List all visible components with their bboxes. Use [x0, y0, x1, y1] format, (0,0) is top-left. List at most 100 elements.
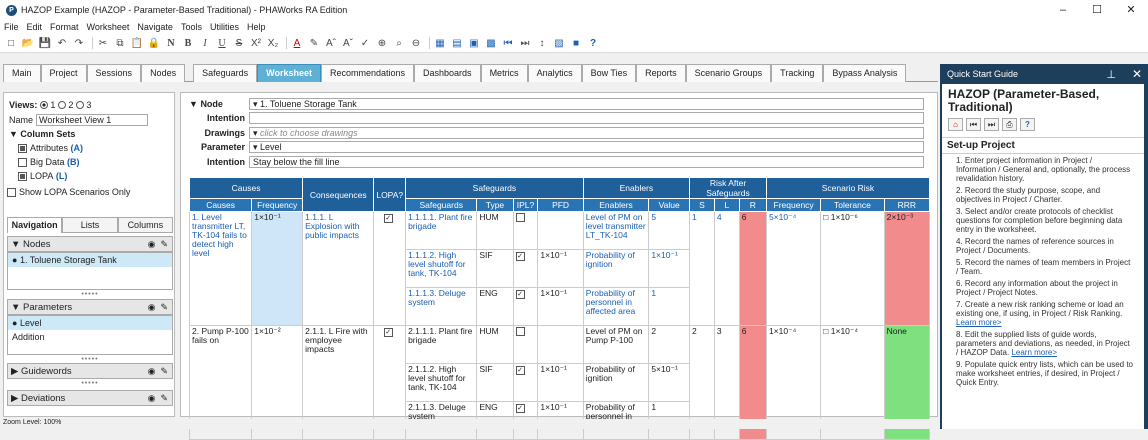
pfd-cell[interactable]: 1×10⁻¹ — [537, 287, 584, 326]
grow-font-icon[interactable]: Aˆ — [324, 37, 338, 50]
view-radio-3[interactable] — [76, 101, 85, 109]
font-color-icon[interactable]: A — [290, 37, 304, 50]
col-lopa[interactable]: LOPA? — [373, 177, 407, 212]
r-cell[interactable]: 6 — [738, 211, 767, 326]
col-frequency[interactable]: Frequency — [251, 198, 304, 212]
edit-icon[interactable]: ✎ — [160, 366, 168, 376]
pfd-cell[interactable] — [537, 211, 584, 250]
guidewords-header[interactable]: ▶ Guidewords ◉ ✎ — [7, 363, 173, 379]
undo-icon[interactable]: ↶ — [55, 37, 69, 50]
tab-project[interactable]: Project — [40, 64, 87, 82]
value-cell[interactable]: 1×10⁻¹ — [648, 249, 691, 288]
safeguard-cell[interactable]: 2.1.1.1. Plant fire brigade — [405, 325, 478, 364]
ipl-checkbox[interactable]: ✓ — [515, 290, 525, 299]
grid-icon[interactable]: ▤ — [450, 37, 464, 50]
layout-icon[interactable]: ▦ — [433, 37, 447, 50]
col-pfd[interactable]: PFD — [537, 198, 584, 212]
intention-input[interactable] — [249, 112, 924, 124]
list-item[interactable]: Addition — [8, 330, 172, 344]
col-scenario-frequency[interactable]: Frequency — [765, 198, 822, 212]
chart-icon[interactable]: ▧ — [552, 37, 566, 50]
type-cell[interactable]: SIF — [476, 249, 514, 288]
type-cell[interactable]: HUM — [476, 325, 514, 364]
menu-file[interactable]: File — [4, 22, 19, 32]
big-data-checkbox[interactable] — [18, 157, 27, 167]
spellcheck-icon[interactable]: ✓ — [358, 37, 372, 50]
value-cell[interactable]: 5 — [648, 211, 691, 250]
col-value[interactable]: Value — [648, 198, 691, 212]
view-radio-2[interactable] — [58, 101, 67, 109]
ipl-checkbox[interactable]: ✓ — [515, 404, 525, 413]
collapse-icon[interactable]: ▼ — [11, 302, 23, 313]
col-r[interactable]: R — [738, 198, 767, 212]
scenario-frequency-cell[interactable]: 5×10⁻⁴ — [765, 211, 822, 326]
view-radio-1[interactable] — [40, 101, 49, 109]
collapse-icon[interactable]: ▼ — [11, 239, 23, 250]
drawings-select[interactable]: ▾ click to choose drawings — [249, 127, 924, 139]
zoom-icon[interactable]: ⌕ — [392, 37, 406, 50]
eye-icon[interactable]: ◉ — [148, 239, 156, 249]
tab-recommendations[interactable]: Recommendations — [320, 64, 415, 82]
first-icon[interactable]: ⏮ — [501, 37, 515, 50]
menu-format[interactable]: Format — [50, 22, 79, 32]
rrr-cell[interactable]: 2×10⁻³ — [883, 211, 931, 326]
learn-more-link[interactable]: Learn more> — [956, 318, 1002, 327]
expand-icon[interactable]: ▶ — [11, 393, 21, 404]
cause-cell[interactable]: 1. Level transmitter LT, TK-104 fails to… — [188, 211, 253, 326]
help-icon[interactable]: ? — [586, 37, 600, 50]
value-cell[interactable]: 2 — [648, 325, 691, 364]
menu-worksheet[interactable]: Worksheet — [87, 22, 130, 32]
collapse-icon[interactable]: ▼ — [189, 99, 198, 109]
show-lopa-checkbox[interactable] — [7, 187, 16, 197]
nodes-header[interactable]: ▼ Nodes ◉ ✎ — [7, 236, 173, 252]
panel-icon[interactable]: ▩ — [484, 37, 498, 50]
tab-metrics[interactable]: Metrics — [480, 64, 528, 82]
col-s[interactable]: S — [689, 198, 715, 212]
subscript-icon[interactable]: X₂ — [266, 37, 280, 50]
tab-sessions[interactable]: Sessions — [86, 64, 142, 82]
edit-icon[interactable]: ✎ — [160, 302, 168, 312]
ipl-cell[interactable]: ✓ — [512, 287, 539, 326]
lopa-checkbox[interactable]: ✓ — [383, 214, 393, 223]
pin-icon[interactable]: ⊥ — [1106, 68, 1116, 81]
col-tolerance[interactable]: Tolerance — [820, 198, 885, 212]
col-type[interactable]: Type — [476, 198, 514, 212]
splitter-handle[interactable]: ••••• — [7, 380, 173, 387]
parameter-select[interactable]: ▾ Level — [249, 141, 924, 153]
new-icon[interactable]: □ — [4, 37, 18, 50]
type-cell[interactable]: ENG — [476, 287, 514, 326]
enabler-cell[interactable]: Level of PM on level transmitter LT_TK-1… — [582, 211, 650, 250]
bold-icon-2[interactable]: B — [181, 37, 195, 50]
list-item[interactable]: ● Level — [8, 316, 172, 330]
l-cell[interactable]: 4 — [713, 211, 740, 326]
close-button[interactable]: ✕ — [1114, 0, 1148, 20]
zoom-out-icon[interactable]: ⊖ — [409, 37, 423, 50]
pfd-cell[interactable]: 1×10⁻¹ — [537, 249, 584, 288]
pfd-cell[interactable]: 1×10⁻¹ — [537, 363, 584, 402]
value-cell[interactable]: 5×10⁻¹ — [648, 363, 691, 402]
edit-icon[interactable]: ✎ — [160, 239, 168, 249]
col-causes[interactable]: Causes — [188, 198, 253, 212]
safeguard-cell[interactable]: 2.1.1.2. High level shutoff for tank, TK… — [405, 363, 478, 402]
lopa-checkbox[interactable]: ✓ — [383, 328, 393, 337]
eye-icon[interactable]: ◉ — [148, 366, 156, 376]
intention2-input[interactable]: Stay below the fill line — [249, 156, 924, 168]
splitter-handle[interactable]: ••••• — [7, 291, 173, 298]
safeguard-cell[interactable]: 1.1.1.1. Plant fire brigade — [405, 211, 478, 250]
menu-tools[interactable]: Tools — [181, 22, 202, 32]
eye-icon[interactable]: ◉ — [148, 393, 156, 403]
bold-icon[interactable]: N — [164, 37, 178, 50]
home-icon[interactable]: ⌂ — [948, 118, 963, 131]
node-select[interactable]: ▾ 1. Toluene Storage Tank — [249, 98, 924, 110]
minimize-button[interactable]: – — [1046, 0, 1080, 20]
type-cell[interactable]: SIF — [476, 363, 514, 402]
ipl-checkbox[interactable] — [515, 213, 525, 222]
first-icon[interactable]: ⏮ — [966, 118, 981, 131]
tab-tracking[interactable]: Tracking — [771, 64, 824, 82]
attributes-checkbox[interactable] — [18, 143, 27, 153]
shrink-font-icon[interactable]: Aˇ — [341, 37, 355, 50]
underline-icon[interactable]: U — [215, 37, 229, 50]
zoom-in-icon[interactable]: ⊕ — [375, 37, 389, 50]
col-consequences[interactable]: Consequences — [302, 177, 375, 212]
help-icon[interactable]: ? — [1020, 118, 1035, 131]
